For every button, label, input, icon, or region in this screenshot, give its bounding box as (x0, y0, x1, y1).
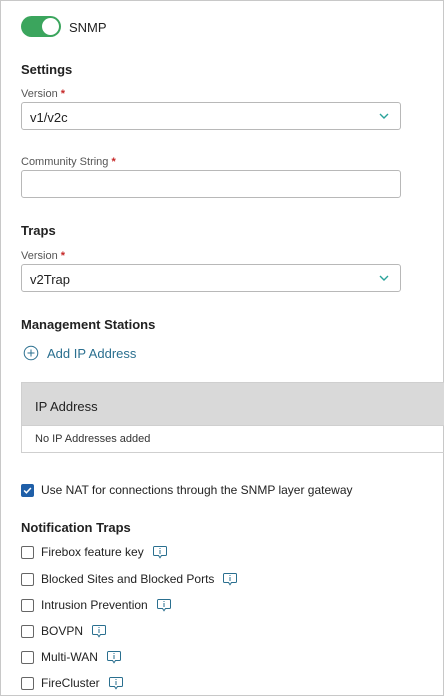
settings-version-value: v1/v2c (30, 110, 68, 125)
settings-version-label: Version (21, 88, 58, 100)
trap-label: Intrusion Prevention (41, 598, 148, 612)
trap-checkbox[interactable] (21, 598, 34, 612)
chevron-down-icon (379, 113, 389, 119)
add-ip-address-button[interactable]: Add IP Address (23, 345, 136, 361)
trap-label: BOVPN (41, 624, 84, 638)
chevron-down-icon (379, 275, 389, 281)
settings-heading: Settings (21, 62, 73, 77)
ip-address-table: IP Address No IP Addresses added (21, 382, 444, 453)
trap-label: Blocked Sites and Blocked Ports (41, 572, 215, 586)
settings-version-select[interactable]: v1/v2c (21, 102, 401, 130)
nat-checkbox[interactable] (21, 483, 34, 497)
checkmark-icon (23, 486, 32, 494)
community-string-label: Community String (21, 156, 109, 168)
traps-version-select[interactable]: v2Trap (21, 264, 401, 292)
trap-checkbox[interactable] (21, 572, 34, 586)
trap-row-multi-wan[interactable]: Multi-WAN (21, 650, 122, 664)
info-icon[interactable] (152, 545, 168, 559)
trap-row-intrusion-prevention[interactable]: Intrusion Prevention (21, 598, 172, 612)
required-marker: * (111, 156, 116, 168)
settings-version-label-wrap: Version * (21, 88, 65, 100)
table-empty-message: No IP Addresses added (35, 433, 151, 445)
notification-traps-heading: Notification Traps (21, 520, 131, 535)
traps-version-value: v2Trap (30, 272, 70, 287)
snmp-panel: SNMP Settings Version * v1/v2c Community… (0, 0, 444, 696)
trap-checkbox[interactable] (21, 650, 34, 664)
info-icon[interactable] (108, 676, 124, 690)
trap-row-firecluster[interactable]: FireCluster (21, 676, 124, 690)
nat-checkbox-row[interactable]: Use NAT for connections through the SNMP… (21, 483, 353, 497)
table-header[interactable]: IP Address (22, 383, 444, 426)
community-string-input[interactable] (21, 170, 401, 198)
traps-version-label-wrap: Version * (21, 250, 65, 262)
snmp-toggle[interactable] (21, 16, 61, 37)
trap-row-blocked-sites[interactable]: Blocked Sites and Blocked Ports (21, 572, 238, 586)
trap-row-bovpn[interactable]: BOVPN (21, 624, 107, 638)
info-icon[interactable] (91, 624, 107, 638)
trap-label: Firebox feature key (41, 545, 144, 559)
info-icon[interactable] (156, 598, 172, 612)
trap-checkbox[interactable] (21, 624, 34, 638)
management-stations-heading: Management Stations (21, 317, 156, 332)
traps-heading: Traps (21, 223, 56, 238)
community-label-wrap: Community String * (21, 156, 116, 168)
add-ip-address-label: Add IP Address (47, 345, 137, 361)
trap-row-firebox-feature-key[interactable]: Firebox feature key (21, 545, 168, 559)
required-marker: * (60, 88, 66, 100)
toggle-knob (42, 18, 59, 35)
required-marker: * (60, 250, 66, 262)
traps-version-label: Version (21, 250, 58, 262)
trap-label: Multi-WAN (41, 650, 98, 664)
ip-address-column-header: IP Address (35, 399, 98, 414)
nat-checkbox-label: Use NAT for connections through the SNMP… (41, 483, 353, 497)
trap-checkbox[interactable] (21, 676, 34, 690)
info-icon[interactable] (106, 650, 122, 664)
info-icon[interactable] (222, 572, 238, 586)
snmp-toggle-label: SNMP (69, 20, 107, 35)
trap-label: FireCluster (41, 676, 100, 690)
trap-checkbox[interactable] (21, 545, 34, 559)
plus-circle-icon (23, 345, 39, 361)
